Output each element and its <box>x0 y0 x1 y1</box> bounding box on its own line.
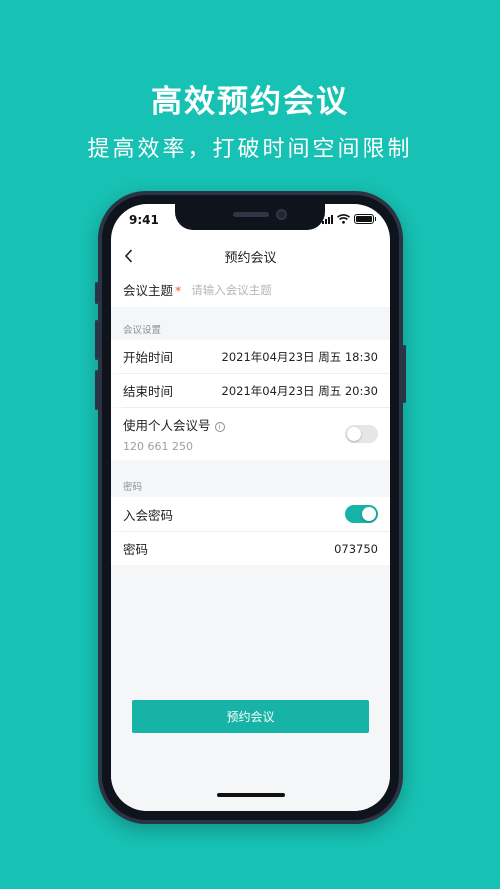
section-label-password: 密码 <box>123 482 143 493</box>
section-label-meeting-settings: 会议设置 <box>123 325 162 336</box>
password-row[interactable]: 密码 073750 <box>111 532 390 565</box>
info-icon[interactable]: i <box>214 421 225 432</box>
form-content: 会议主题* 会议设置 开始时间 2021年04月23日 周五 18:30 结束时… <box>111 272 390 811</box>
status-icons <box>322 214 376 224</box>
camera-icon <box>276 209 287 220</box>
speaker-grille <box>233 212 269 217</box>
personal-id-label-line: 使用个人会议号 i <box>123 415 225 434</box>
page-title: 预约会议 <box>224 251 277 266</box>
required-mark: * <box>175 283 182 298</box>
wifi-icon <box>337 214 350 224</box>
join-password-row: 入会密码 <box>111 497 390 531</box>
personal-id-number: 120 661 250 <box>123 440 193 453</box>
home-indicator[interactable] <box>217 793 285 797</box>
start-time-row[interactable]: 开始时间 2021年04月23日 周五 18:30 <box>111 340 390 373</box>
book-meeting-button[interactable]: 预约会议 <box>132 700 369 733</box>
password-label: 密码 <box>123 542 149 557</box>
nav-bar: 预约会议 <box>111 238 390 272</box>
side-button-volume-up <box>95 320 98 360</box>
password-value: 073750 <box>334 541 378 556</box>
battery-icon <box>354 214 376 224</box>
status-time: 9:41 <box>129 213 159 227</box>
personal-id-label: 使用个人会议号 <box>123 418 211 433</box>
topic-label: 会议主题 * <box>123 283 182 298</box>
toggle-knob <box>347 427 361 441</box>
personal-id-toggle[interactable] <box>345 425 378 443</box>
notch <box>175 204 325 230</box>
personal-id-text: 使用个人会议号 i 120 661 250 <box>123 415 225 453</box>
end-time-value: 2021年04月23日 周五 20:30 <box>221 383 379 398</box>
side-button-mute <box>95 282 98 304</box>
personal-id-row: 使用个人会议号 i 120 661 250 <box>111 408 390 460</box>
topic-row: 会议主题 * <box>111 272 390 307</box>
hero-subtitle: 提高效率，打破时间空间限制 <box>87 137 413 162</box>
side-button-power <box>403 345 406 403</box>
side-button-volume-down <box>95 370 98 410</box>
phone-screen: 9:41 预约会议 会议主题* 会议设置 开始时间 <box>111 204 390 811</box>
join-password-label: 入会密码 <box>123 507 174 523</box>
hero-title: 高效预约会议 <box>151 84 349 120</box>
end-time-row[interactable]: 结束时间 2021年04月23日 周五 20:30 <box>111 374 390 407</box>
start-time-label: 开始时间 <box>123 350 174 365</box>
signal-icon <box>322 214 333 224</box>
toggle-knob <box>362 507 376 521</box>
topic-input[interactable] <box>191 282 362 297</box>
start-time-value: 2021年04月23日 周五 18:30 <box>221 349 379 364</box>
end-time-label: 结束时间 <box>123 384 174 399</box>
join-password-toggle[interactable] <box>345 505 378 523</box>
